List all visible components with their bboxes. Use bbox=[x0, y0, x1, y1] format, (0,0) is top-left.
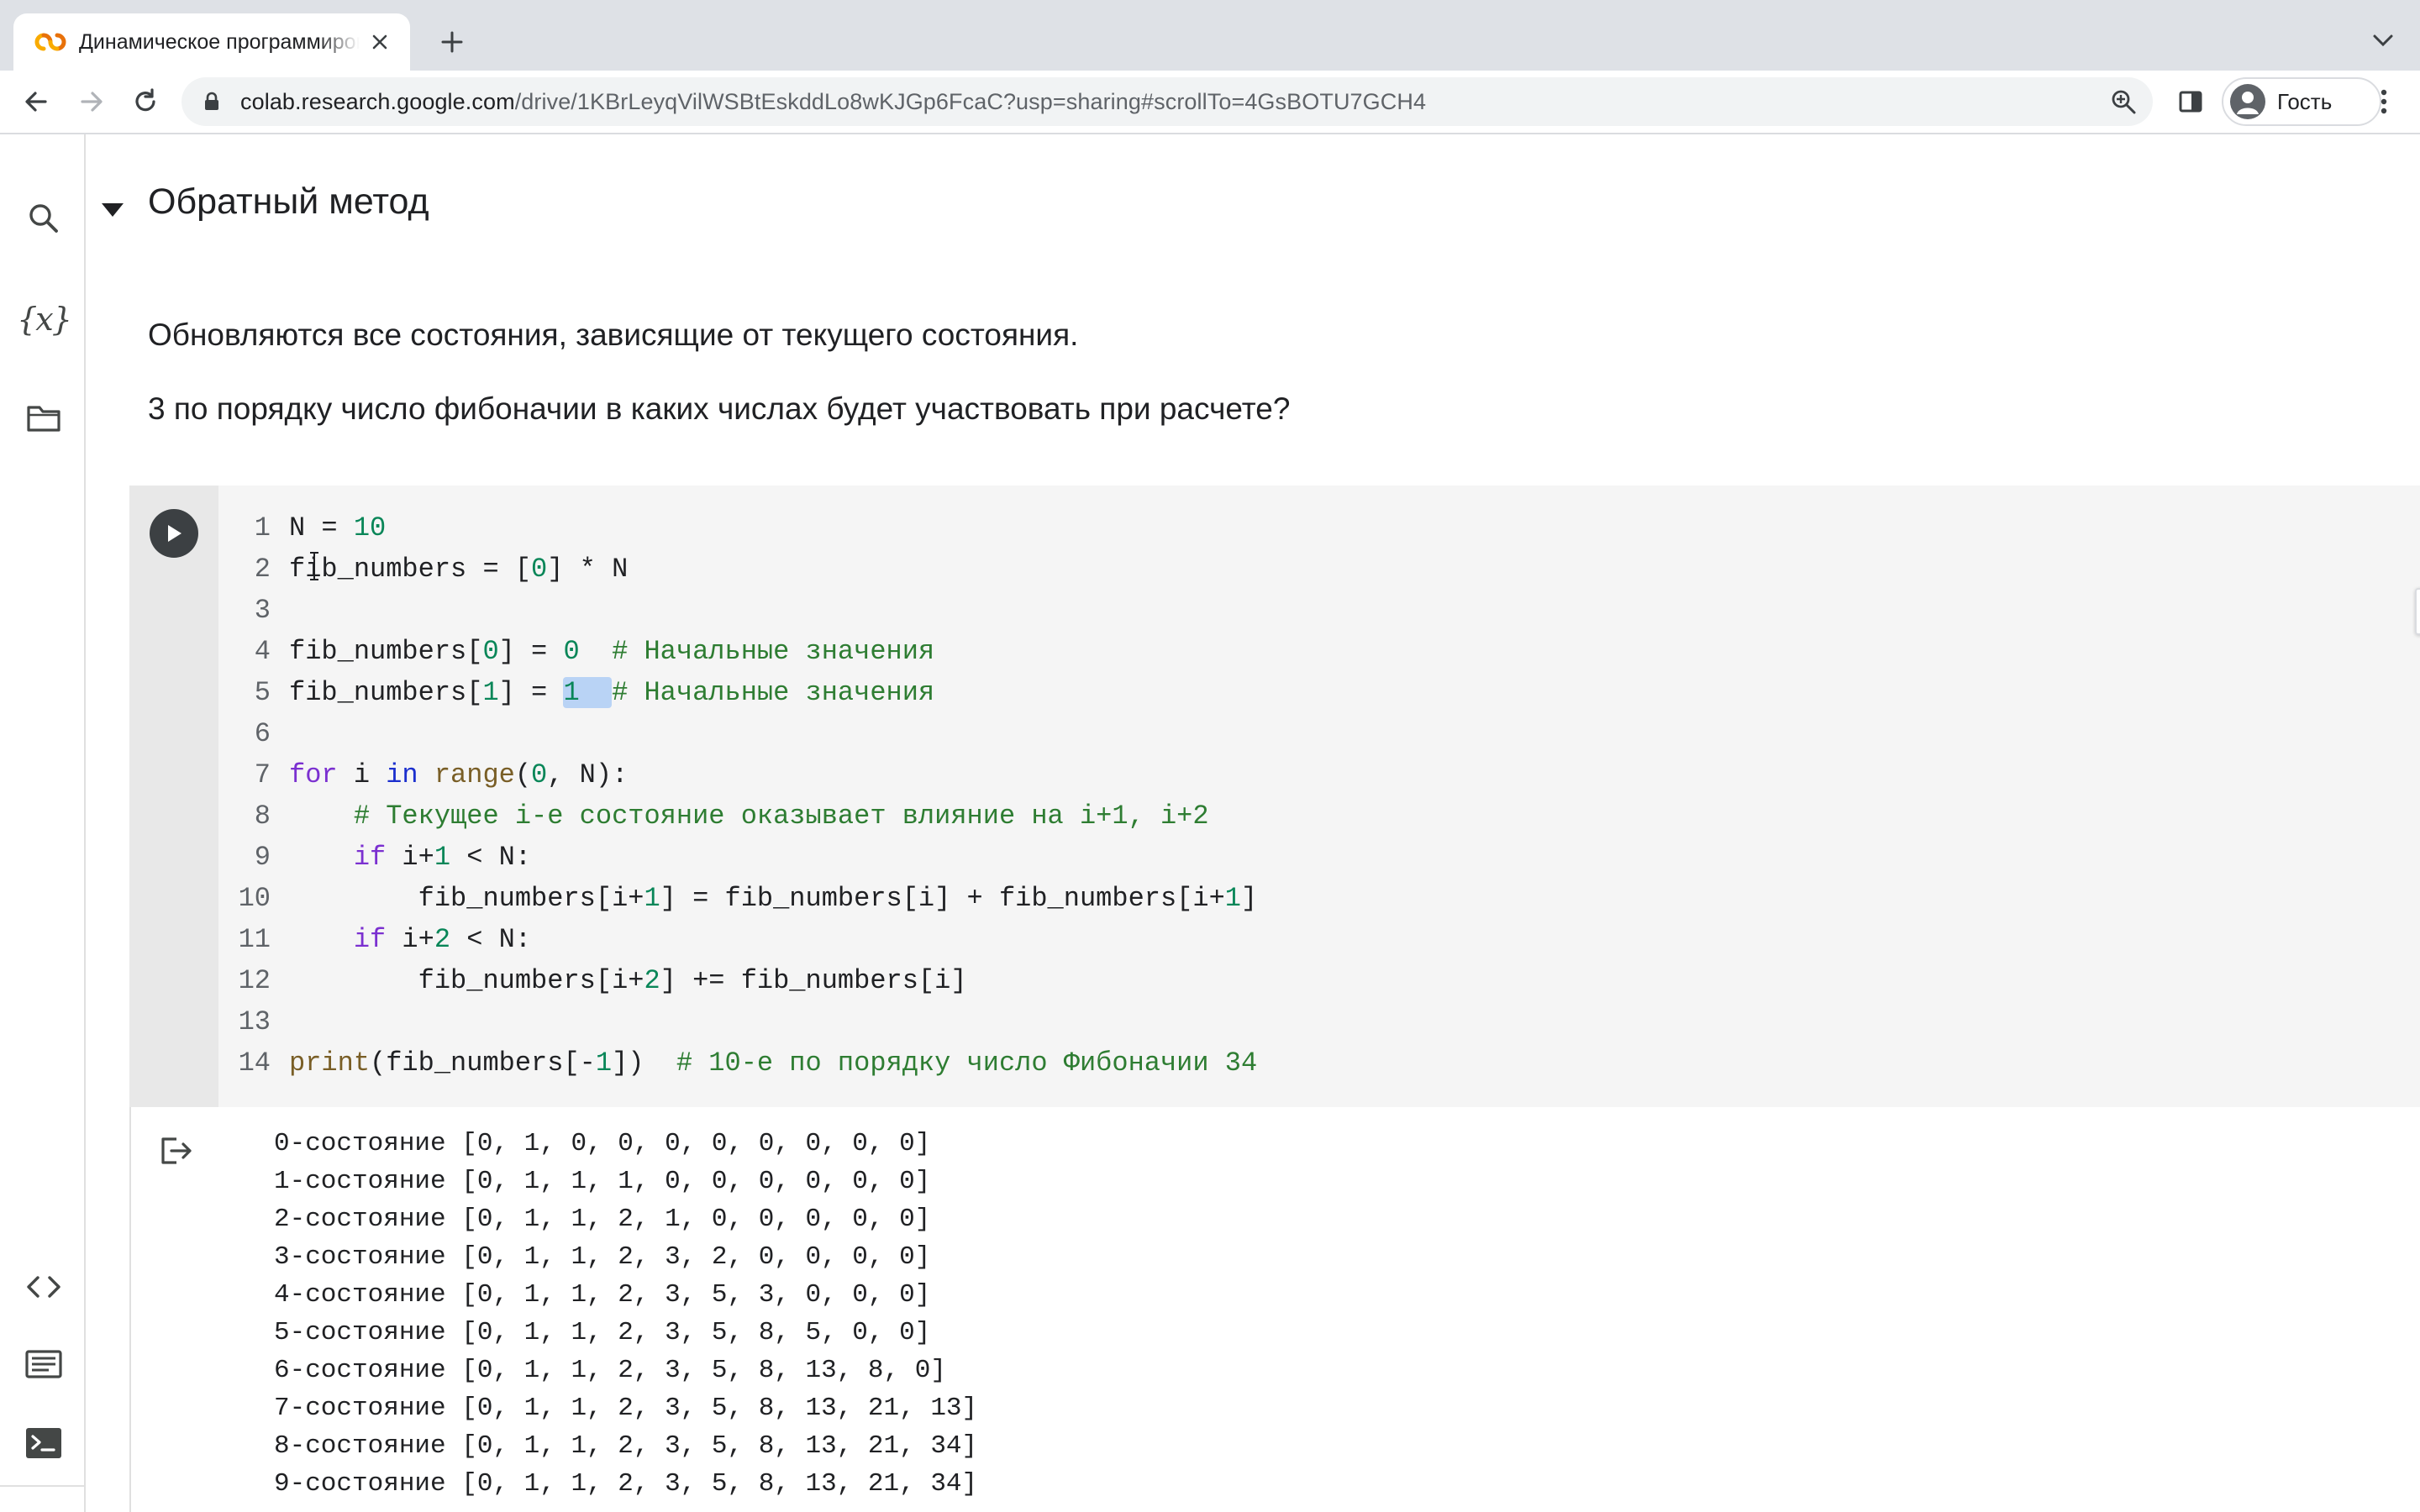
output-line: 2-состояние [0, 1, 1, 2, 1, 0, 0, 0, 0, … bbox=[274, 1205, 931, 1234]
side-panel-icon[interactable] bbox=[2171, 82, 2210, 121]
line-number: 7 bbox=[254, 759, 271, 790]
browser-menu-icon[interactable] bbox=[2365, 82, 2403, 121]
profile-label: Гость bbox=[2277, 88, 2333, 114]
code-line[interactable]: 1N = 10 bbox=[218, 507, 386, 549]
line-number: 14 bbox=[238, 1047, 271, 1079]
code-line[interactable]: 11 if i+ 2 < N: bbox=[218, 919, 531, 960]
code-line[interactable]: 12 fib_numbers[i+ 2] += fib_numbers[i] bbox=[218, 960, 967, 1001]
cell-gutter bbox=[129, 486, 218, 1107]
text-cursor-icon bbox=[310, 552, 318, 580]
line-number: 5 bbox=[254, 677, 271, 708]
search-icon[interactable] bbox=[22, 197, 66, 240]
line-number: 12 bbox=[238, 965, 271, 996]
code-line[interactable]: 6 bbox=[218, 713, 289, 754]
browser-toolbar: colab.research.google.com/drive/1KBrLeyq… bbox=[0, 71, 2420, 134]
lock-icon[interactable] bbox=[200, 90, 224, 113]
line-number: 1 bbox=[254, 512, 271, 543]
code-line[interactable]: 8 # Текущее i-е состояние оказывает влия… bbox=[218, 795, 1209, 837]
cell-toolbar bbox=[2415, 588, 2420, 635]
code-snippets-icon[interactable] bbox=[22, 1265, 66, 1309]
code-line[interactable]: 9 if i+ 1 < N: bbox=[218, 837, 531, 878]
output-line: 6-состояние [0, 1, 1, 2, 3, 5, 8, 13, 8,… bbox=[274, 1356, 946, 1385]
browser-tab[interactable]: Динамическое программирование bbox=[13, 13, 410, 71]
notebook-content: Обратный метод Обновляются все состояния… bbox=[86, 134, 2420, 1512]
url-host: colab.research.google.com bbox=[240, 88, 515, 114]
url-text[interactable]: colab.research.google.com/drive/1KBrLeyq… bbox=[240, 89, 1426, 115]
colab-logo-icon bbox=[34, 32, 67, 52]
text-cell-paragraph-1: Обновляются все состояния, зависящие от … bbox=[148, 318, 1079, 352]
url-path: /drive/1KBrLeyqVilWSBtEskddLo8wKJGp6FcaC… bbox=[514, 88, 1427, 114]
section-heading: Обратный метод bbox=[148, 181, 429, 222]
reload-button[interactable] bbox=[126, 82, 165, 121]
line-number: 8 bbox=[254, 801, 271, 832]
line-number: 10 bbox=[238, 883, 271, 914]
line-number: 11 bbox=[238, 924, 271, 955]
guest-avatar-icon bbox=[2230, 84, 2265, 119]
code-editor[interactable]: 1N = 10 2 fib_numbers = [0] * N 3 4 fib_nu… bbox=[218, 486, 2420, 1107]
back-button[interactable] bbox=[17, 82, 55, 121]
command-palette-icon[interactable] bbox=[22, 1342, 66, 1386]
code-line[interactable]: 4 fib_numbers[0] = 0 # Начальные значения bbox=[218, 631, 934, 672]
new-tab-button[interactable] bbox=[434, 24, 471, 60]
terminal-icon[interactable] bbox=[22, 1421, 66, 1465]
output-line: 8-состояние [0, 1, 1, 2, 3, 5, 8, 13, 21… bbox=[274, 1431, 978, 1461]
profile-button[interactable]: Гость bbox=[2222, 77, 2381, 126]
selected-text: 1 bbox=[563, 677, 613, 708]
tab-strip: Динамическое программирование bbox=[0, 0, 2420, 71]
code-line[interactable]: 14 print (fib_numbers[- 1]) # 10-е по поряд… bbox=[218, 1042, 1258, 1084]
forward-button[interactable] bbox=[72, 82, 111, 121]
address-bar[interactable]: colab.research.google.com/drive/1KBrLeyq… bbox=[182, 77, 2153, 126]
line-number: 3 bbox=[254, 595, 271, 626]
line-number: 6 bbox=[254, 718, 271, 749]
folder-icon[interactable] bbox=[22, 396, 66, 440]
output-line: 4-состояние [0, 1, 1, 2, 3, 5, 3, 0, 0, … bbox=[274, 1280, 931, 1310]
line-number: 13 bbox=[238, 1006, 271, 1037]
run-cell-button[interactable] bbox=[150, 509, 198, 558]
line-number: 9 bbox=[254, 842, 271, 873]
variables-glyph: {x} bbox=[17, 301, 72, 338]
output-line: 5-состояние [0, 1, 1, 2, 3, 5, 8, 5, 0, … bbox=[274, 1318, 931, 1347]
tab-title: Динамическое программирование bbox=[79, 29, 360, 54]
line-number: 4 bbox=[254, 636, 271, 667]
output-line: 0-состояние [0, 1, 0, 0, 0, 0, 0, 0, 0, … bbox=[274, 1129, 931, 1158]
code-line[interactable]: 5 fib_numbers[1] = 1 # Начальные значения bbox=[218, 672, 934, 713]
tab-search-icon[interactable] bbox=[2366, 24, 2400, 57]
code-line[interactable]: 7 for i in range(0, N): bbox=[218, 754, 628, 795]
collapse-section-icon[interactable] bbox=[97, 195, 128, 225]
output-line: 7-состояние [0, 1, 1, 2, 3, 5, 8, 13, 21… bbox=[274, 1394, 978, 1423]
cell-output: 0-состояние [0, 1, 0, 0, 0, 0, 0, 0, 0, … bbox=[129, 1107, 2420, 1512]
text-cell-paragraph-2: 3 по порядку число фибоначии в каких чис… bbox=[148, 391, 1291, 426]
clear-output-icon[interactable] bbox=[158, 1132, 195, 1169]
code-line[interactable]: 3 bbox=[218, 590, 289, 631]
code-line[interactable]: 13 bbox=[218, 1001, 289, 1042]
output-line: 1-состояние [0, 1, 1, 1, 0, 0, 0, 0, 0, … bbox=[274, 1167, 931, 1196]
zoom-icon[interactable] bbox=[2109, 87, 2138, 116]
close-tab-icon[interactable] bbox=[366, 29, 393, 55]
output-line: 3-состояние [0, 1, 1, 2, 3, 2, 0, 0, 0, … bbox=[274, 1242, 931, 1272]
colab-sidebar: {x} bbox=[0, 134, 86, 1512]
variables-icon[interactable]: {x} bbox=[17, 297, 72, 341]
line-number: 2 bbox=[254, 554, 271, 585]
code-line[interactable]: 10 fib_numbers[i+ 1] = fib_numbers[i] + f… bbox=[218, 878, 1258, 919]
divider bbox=[0, 1485, 84, 1487]
output-line: 9-состояние [0, 1, 1, 2, 3, 5, 8, 13, 21… bbox=[274, 1469, 978, 1499]
code-cell: 1N = 10 2 fib_numbers = [0] * N 3 4 fib_nu… bbox=[129, 486, 2420, 1512]
code-line[interactable]: 2 fib_numbers = [0] * N bbox=[218, 549, 628, 590]
